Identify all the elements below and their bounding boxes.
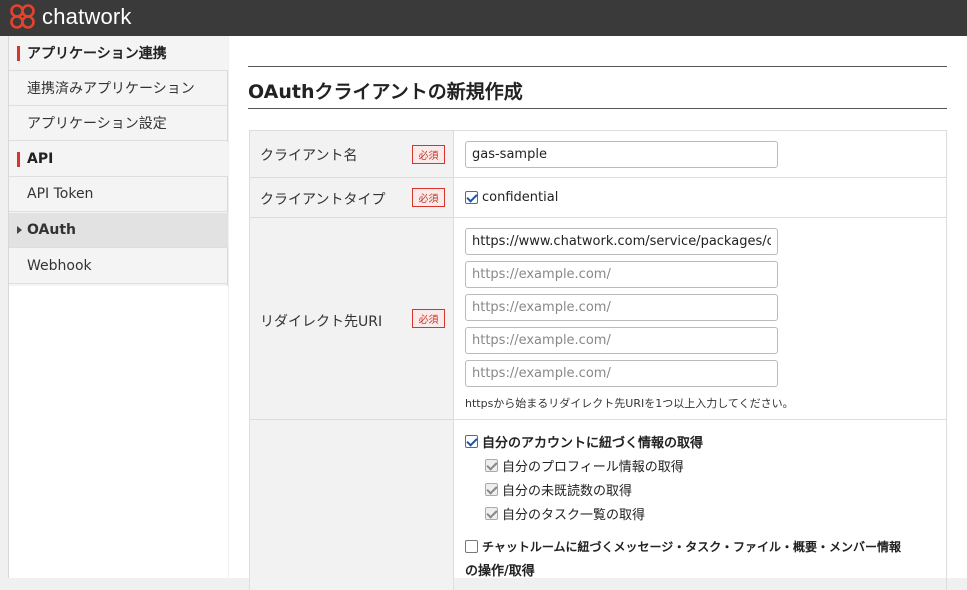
client-type-value-cell: confidential xyxy=(455,178,947,217)
sidebar-item-connected-apps[interactable]: 連携済みアプリケーション xyxy=(9,71,228,106)
redirect-uri-input-1[interactable] xyxy=(465,228,778,255)
scope-row: 自分のアカウントに紐づく情報の取得 自分のプロフィール情報の取得 自分の未既読数… xyxy=(249,420,947,590)
scope-unread-label: 自分の未既読数の取得 xyxy=(502,484,633,499)
required-badge: 必須 xyxy=(412,309,445,328)
client-name-row: クライアント名 必須 xyxy=(249,131,947,178)
scope-account-checkbox[interactable] xyxy=(465,435,478,448)
sidebar-item-label: アプリケーション設定 xyxy=(27,116,167,132)
scope-rooms-label-line2: の操作/取得 xyxy=(465,560,535,579)
client-name-value-cell xyxy=(455,131,947,177)
redirect-uri-input-2[interactable] xyxy=(465,261,778,288)
redirect-uri-label-cell: リダイレクト先URI 必須 xyxy=(249,218,454,419)
sidebar-item-api-token[interactable]: API Token xyxy=(9,177,228,212)
scope-profile-checkbox[interactable] xyxy=(485,459,498,472)
required-badge: 必須 xyxy=(412,145,445,164)
brand-name: chatwork xyxy=(42,4,132,29)
scope-unread-checkbox[interactable] xyxy=(485,483,498,496)
sidebar-item-label: API xyxy=(27,151,54,167)
sidebar: アプリケーション連携 連携済みアプリケーション アプリケーション設定 API A… xyxy=(8,36,228,578)
client-name-input[interactable] xyxy=(465,141,778,168)
top-bar: chatwork xyxy=(0,0,967,36)
required-badge: 必須 xyxy=(412,188,445,207)
redirect-uri-row: リダイレクト先URI 必須 httpsから始まるリダイレクト先URIを1つ以上入… xyxy=(249,218,947,420)
sidebar-item-oauth[interactable]: OAuth xyxy=(9,213,228,248)
sidebar-item-webhook[interactable]: Webhook xyxy=(9,249,228,284)
sidebar-empty-area xyxy=(9,286,228,578)
chatwork-logo[interactable]: chatwork xyxy=(8,3,132,31)
redirect-uri-input-5[interactable] xyxy=(465,360,778,387)
scope-rooms-label-line1: チャットルームに紐づくメッセージ・タスク・ファイル・概要・メンバー情報 xyxy=(482,540,902,554)
confidential-label: confidential xyxy=(482,190,559,205)
scope-tasks-option[interactable]: 自分のタスク一覧の取得 xyxy=(485,504,645,523)
scope-account-label: 自分のアカウントに紐づく情報の取得 xyxy=(482,436,704,451)
scope-rooms-option[interactable]: チャットルームに紐づくメッセージ・タスク・ファイル・概要・メンバー情報 xyxy=(465,538,901,555)
client-type-label: クライアントタイプ xyxy=(260,192,386,208)
scope-profile-label: 自分のプロフィール情報の取得 xyxy=(502,460,684,475)
page-title-bar: OAuthクライアントの新規作成 xyxy=(248,66,947,109)
chatwork-logo-icon xyxy=(10,4,35,29)
oauth-client-form: クライアント名 必須 クライアントタイプ 必須 confidential xyxy=(249,130,947,590)
redirect-uri-input-4[interactable] xyxy=(465,327,778,354)
sidebar-item-app-settings[interactable]: アプリケーション設定 xyxy=(9,106,228,141)
redirect-uri-label: リダイレクト先URI xyxy=(260,314,383,330)
redirect-uri-input-3[interactable] xyxy=(465,294,778,321)
confidential-option[interactable]: confidential xyxy=(465,190,558,205)
sidebar-item-label: アプリケーション連携 xyxy=(27,46,167,62)
caret-right-icon xyxy=(17,226,22,234)
page-title: OAuthクライアントの新規作成 xyxy=(248,81,523,103)
scope-label-cell xyxy=(249,420,454,590)
sidebar-header-app-integration: アプリケーション連携 xyxy=(9,36,228,71)
confidential-checkbox[interactable] xyxy=(465,191,478,204)
client-name-label-cell: クライアント名 必須 xyxy=(249,131,454,177)
client-type-label-cell: クライアントタイプ 必須 xyxy=(249,178,454,217)
sidebar-item-label: 連携済みアプリケーション xyxy=(27,81,195,97)
scope-rooms-checkbox[interactable] xyxy=(465,540,478,553)
scope-tasks-label: 自分のタスク一覧の取得 xyxy=(502,508,646,523)
redirect-uri-hint: httpsから始まるリダイレクト先URIを1つ以上入力してください。 xyxy=(465,397,794,410)
sidebar-item-label: Webhook xyxy=(27,258,92,274)
scope-unread-option[interactable]: 自分の未既読数の取得 xyxy=(485,480,632,499)
client-name-label: クライアント名 xyxy=(260,148,358,164)
main-content: OAuthクライアントの新規作成 クライアント名 必須 クライアントタイプ 必須… xyxy=(229,36,967,590)
redirect-uri-value-cell: httpsから始まるリダイレクト先URIを1つ以上入力してください。 xyxy=(455,218,947,419)
scope-value-cell: 自分のアカウントに紐づく情報の取得 自分のプロフィール情報の取得 自分の未既読数… xyxy=(455,420,947,590)
client-type-row: クライアントタイプ 必須 confidential xyxy=(249,178,947,218)
scope-profile-option[interactable]: 自分のプロフィール情報の取得 xyxy=(485,456,684,475)
sidebar-item-label: API Token xyxy=(27,186,94,202)
scope-account-option[interactable]: 自分のアカウントに紐づく情報の取得 xyxy=(465,432,703,451)
scope-tasks-checkbox[interactable] xyxy=(485,507,498,520)
sidebar-header-api: API xyxy=(9,142,228,177)
scope-rooms-label-line2-text: の操作/取得 xyxy=(465,564,535,579)
